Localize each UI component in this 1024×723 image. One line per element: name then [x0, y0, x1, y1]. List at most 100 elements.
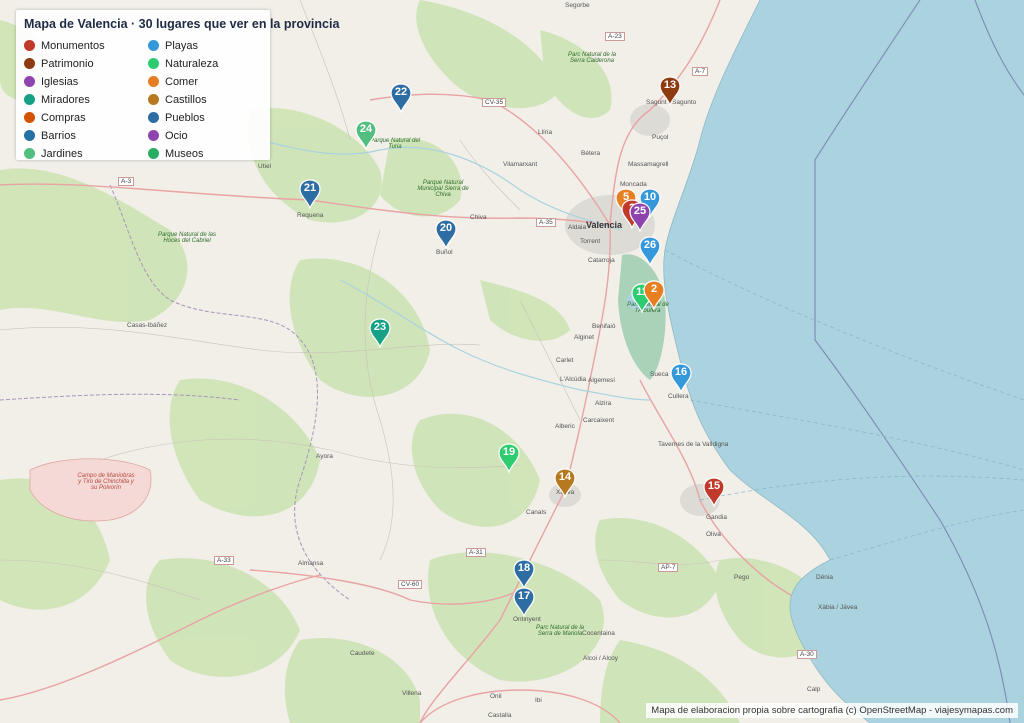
place-label: Bétera — [581, 150, 601, 157]
map-marker-20[interactable]: 20 — [435, 219, 457, 249]
marker-number: 26 — [643, 239, 657, 251]
map-marker-17[interactable]: 17 — [513, 587, 535, 617]
place-label: Ibi — [535, 697, 542, 704]
road-shield: AP-7 — [658, 563, 679, 572]
marker-number: 2 — [650, 283, 658, 295]
place-label: Casas-Ibáñez — [127, 322, 168, 329]
map-marker-15[interactable]: 15 — [703, 477, 725, 507]
road-shield: CV-60 — [398, 580, 423, 589]
legend-color-dot — [148, 76, 159, 87]
legend-label: Comer — [165, 76, 199, 88]
legend-color-dot — [24, 148, 35, 159]
legend-label: Barrios — [41, 130, 76, 142]
legend-label: Playas — [165, 40, 199, 52]
legend-item: Comer — [148, 75, 198, 89]
place-label: Calp — [807, 686, 821, 693]
legend-label: Compras — [41, 112, 86, 124]
legend-title: Mapa de Valencia · 30 lugares que ver en… — [24, 17, 340, 31]
map-marker-13[interactable]: 13 — [659, 76, 681, 106]
legend-item: Barrios — [24, 129, 76, 143]
map-marker-14[interactable]: 14 — [554, 468, 576, 498]
place-label: Canals — [526, 509, 547, 516]
legend-color-dot — [148, 148, 159, 159]
road-shield: A-35 — [536, 218, 556, 227]
legend-color-dot — [148, 40, 159, 51]
legend-color-dot — [24, 40, 35, 51]
place-label: Benifaió — [592, 323, 616, 330]
park-label: Parque Natural Municipal Sierra de Chiva — [417, 180, 469, 198]
place-label: Carcaixent — [583, 417, 615, 424]
legend-item: Patrimonio — [24, 57, 94, 71]
map-marker-26[interactable]: 26 — [639, 236, 661, 266]
place-label: Carlet — [556, 357, 574, 364]
map-marker-21[interactable]: 21 — [299, 179, 321, 209]
place-label: Onil — [490, 693, 502, 700]
map-marker-2[interactable]: 2 — [643, 280, 665, 310]
place-label: Vilamarxant — [503, 161, 538, 168]
park-label: Parque Natural de las Hoces del Cabriel — [157, 232, 217, 244]
place-label: Castalla — [488, 712, 512, 719]
place-label: Caudete — [350, 650, 375, 657]
map-marker-22[interactable]: 22 — [390, 83, 412, 113]
road-shield: A-7 — [692, 67, 709, 76]
legend-color-dot — [24, 76, 35, 87]
legend-panel: Mapa de Valencia · 30 lugares que ver en… — [16, 10, 339, 161]
place-label: Cullera — [668, 393, 689, 400]
legend-label: Castillos — [165, 94, 207, 106]
marker-number: 20 — [439, 222, 453, 234]
legend-item: Monumentos — [24, 39, 105, 53]
place-label: Almansa — [298, 560, 324, 567]
place-label: Segorbe — [565, 2, 590, 9]
place-label: Puçol — [652, 134, 669, 141]
place-label: Gandia — [706, 514, 727, 521]
place-label: Chiva — [470, 214, 487, 221]
marker-number: 14 — [558, 471, 572, 483]
place-label: Llíria — [538, 129, 553, 136]
legend-item: Museos — [148, 147, 204, 161]
marker-number: 23 — [373, 321, 387, 333]
marker-number: 22 — [394, 86, 408, 98]
legend-item: Iglesias — [24, 75, 78, 89]
place-label: Alcoi / Alcoy — [583, 655, 619, 662]
map-marker-24[interactable]: 24 — [355, 120, 377, 150]
map-marker-19[interactable]: 19 — [498, 443, 520, 473]
park-label: Parc Natural de la Serra Calderona — [567, 52, 617, 64]
legend-label: Naturaleza — [165, 58, 219, 70]
place-label: Alginet — [574, 334, 594, 341]
map-marker-25[interactable]: 25 — [629, 202, 651, 232]
place-label: Buñol — [436, 249, 453, 256]
place-label: Villena — [402, 690, 422, 697]
attribution-text[interactable]: Mapa de elaboracion propia sobre cartogr… — [646, 703, 1018, 718]
legend-item: Miradores — [24, 93, 90, 107]
place-label: Dénia — [816, 574, 833, 581]
place-label: Moncada — [620, 181, 647, 188]
place-label: Aldaia — [568, 224, 587, 231]
place-label: Sueca — [650, 371, 669, 378]
marker-number: 25 — [633, 205, 647, 217]
marker-number: 17 — [517, 590, 531, 602]
map-marker-23[interactable]: 23 — [369, 318, 391, 348]
marker-number: 19 — [502, 446, 516, 458]
place-label: Alberic — [555, 423, 575, 430]
road-shield: A-3 — [118, 177, 135, 186]
map-marker-18[interactable]: 18 — [513, 559, 535, 589]
legend-label: Iglesias — [41, 76, 79, 88]
road-shield: A-23 — [605, 32, 625, 41]
road-shield: A-31 — [466, 548, 486, 557]
place-label: Torrent — [580, 238, 601, 245]
road-shield: A-33 — [214, 556, 234, 565]
legend-item: Naturaleza — [148, 57, 218, 71]
place-label: Utiel — [258, 163, 272, 170]
place-label: Tavernes de la Valldigna — [658, 441, 729, 448]
place-label: Massamagrell — [628, 161, 669, 168]
place-label: Xàbia / Jávea — [818, 604, 858, 611]
legend-label: Ocio — [165, 130, 188, 142]
marker-number: 13 — [663, 79, 677, 91]
park-label: Campo de Maniobras y Tiro de Chinchilla … — [77, 473, 135, 491]
marker-number: 15 — [707, 480, 721, 492]
place-label: Requena — [297, 212, 324, 219]
legend-color-dot — [148, 94, 159, 105]
legend-color-dot — [148, 112, 159, 123]
legend-item: Ocio — [148, 129, 188, 143]
map-marker-16[interactable]: 16 — [670, 363, 692, 393]
